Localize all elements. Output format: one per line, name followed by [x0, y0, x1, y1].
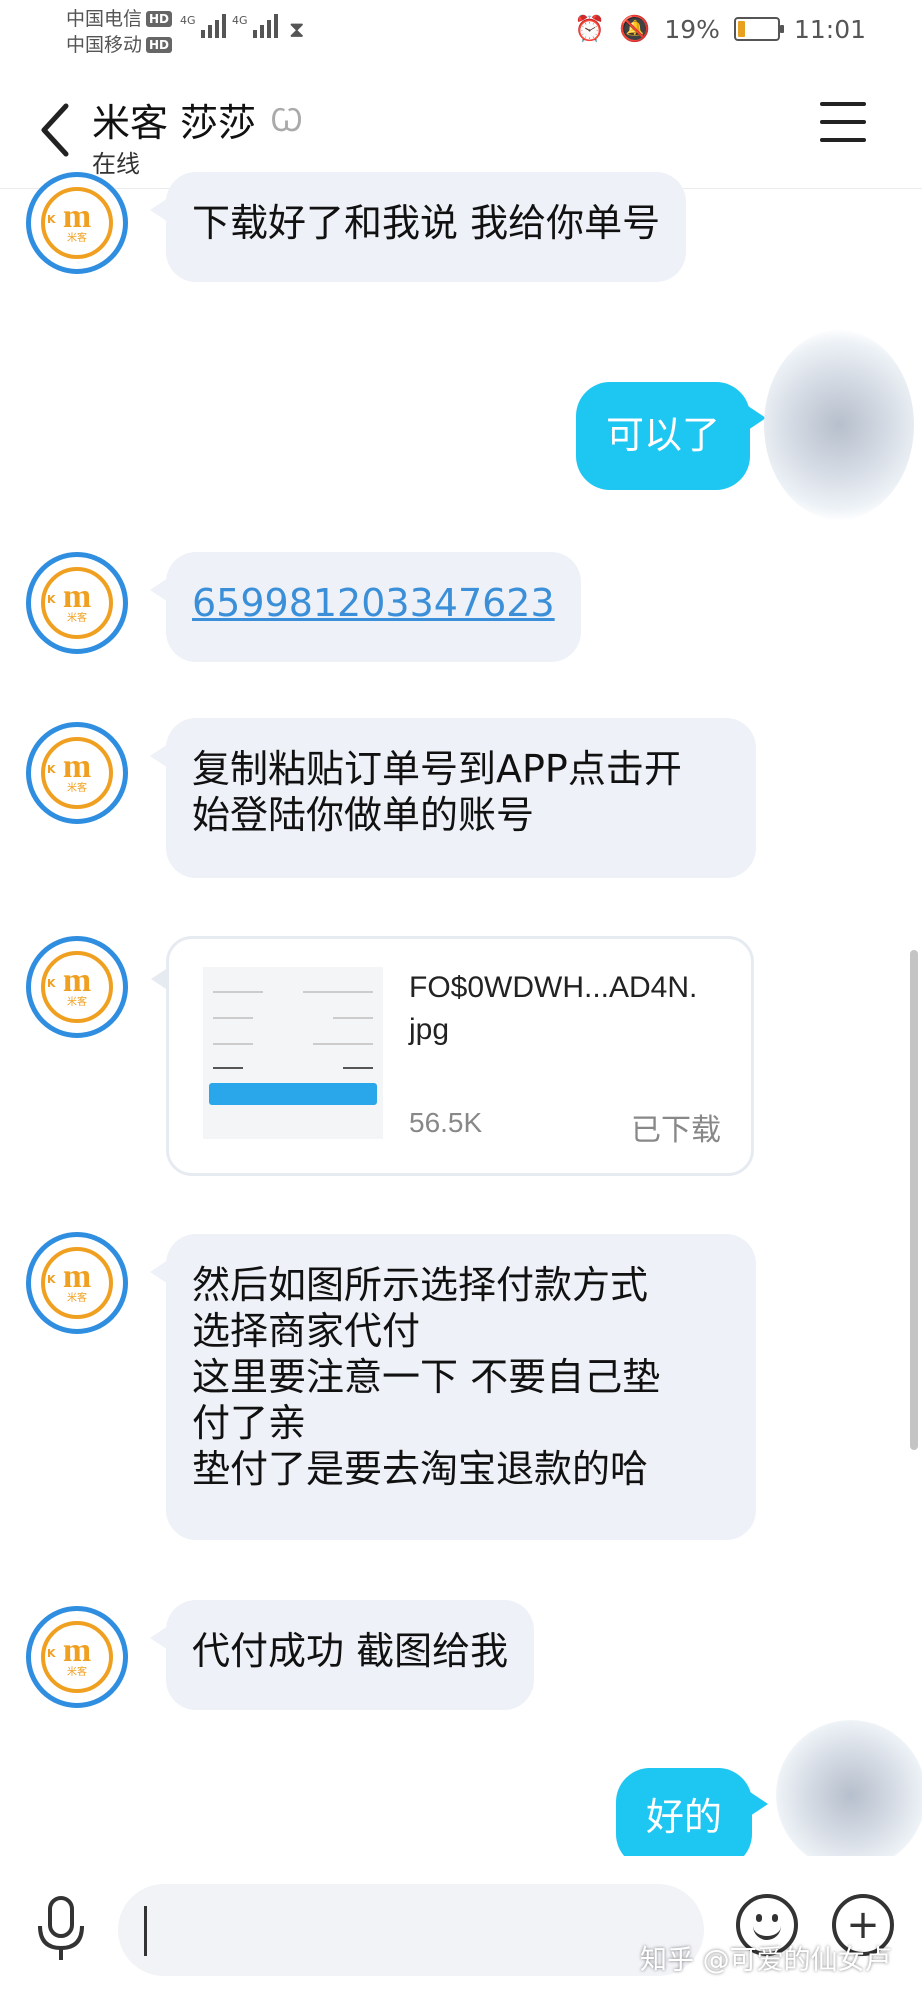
message-bubble-incoming[interactable]: 复制粘贴订单号到APP点击开 始登陆你做单的账号: [150, 718, 756, 878]
microphone-icon[interactable]: [30, 1894, 92, 1964]
carrier-info: 中国电信 HD 中国移动 HD: [66, 6, 173, 58]
order-number-link[interactable]: 659981203347623: [192, 581, 555, 625]
scrollbar[interactable]: [910, 950, 918, 1450]
hourglass-icon: ⧗: [289, 18, 305, 43]
my-avatar-blurred: [764, 330, 914, 520]
hd-badge: HD: [146, 37, 173, 53]
signal-icon: 4G: [232, 14, 278, 38]
earpiece-mode-icon[interactable]: Ꞷ: [270, 98, 303, 141]
alarm-icon: ⏰: [574, 14, 606, 43]
contact-avatar[interactable]: Km 米客: [26, 552, 128, 654]
battery-icon: [733, 17, 784, 41]
message-line: 付了亲: [192, 1401, 307, 1445]
message-text: 代付成功 截图给我: [192, 1629, 509, 1673]
file-message-card[interactable]: FO$0WDWH...AD4N. jpg 56.5K 已下载: [151, 936, 754, 1176]
file-name: FO$0WDWH...AD4N. jpg: [409, 971, 698, 1046]
message-bubble-incoming[interactable]: 下载好了和我说 我给你单号: [149, 172, 687, 282]
message-bubble-outgoing[interactable]: 好的: [616, 1768, 769, 1868]
network-label: 4G: [232, 14, 248, 27]
hd-badge: HD: [146, 11, 173, 27]
text-caret: [144, 1906, 147, 1956]
message-input[interactable]: [118, 1884, 704, 1976]
message-line: 垫付了是要去淘宝退款的哈: [192, 1447, 649, 1491]
watermark: 知乎 @可爱的仙女卢: [640, 1945, 892, 1976]
online-status: 在线: [92, 150, 140, 178]
file-download-status: 已下载: [631, 1113, 721, 1148]
contact-avatar[interactable]: Km 米客: [26, 936, 128, 1038]
contact-avatar[interactable]: Km 米客: [26, 1232, 128, 1334]
carrier-2: 中国移动: [66, 34, 143, 56]
message-text: 好的: [646, 1795, 723, 1839]
file-size: 56.5K: [409, 1107, 483, 1138]
battery-percent: 19%: [664, 14, 720, 44]
contact-title: 米客 莎莎: [92, 101, 257, 145]
clock: 11:01: [793, 14, 866, 44]
message-bubble-outgoing[interactable]: 可以了: [576, 382, 767, 490]
message-bubble-incoming[interactable]: 659981203347623: [150, 552, 581, 662]
carrier-1: 中国电信: [66, 8, 143, 30]
message-bubble-incoming[interactable]: 然后如图所示选择付款方式 选择商家代付 这里要注意一下 不要自己垫 付了亲 垫付…: [150, 1234, 756, 1540]
menu-icon[interactable]: [820, 102, 866, 142]
my-avatar-blurred: [776, 1720, 922, 1870]
message-text: 下载好了和我说 我给你单号: [192, 201, 661, 245]
file-thumbnail[interactable]: [203, 967, 383, 1139]
message-text: 可以了: [606, 413, 721, 457]
message-bubble-incoming[interactable]: 代付成功 截图给我: [149, 1600, 535, 1710]
mute-bell-icon: 🔕: [619, 14, 651, 43]
signal-icon: 4G: [180, 14, 226, 38]
contact-avatar[interactable]: Km 米客: [26, 172, 128, 274]
message-list[interactable]: Km 米客 下载好了和我说 我给你单号 可以了 Km 米客 659981203347…: [0, 172, 922, 1870]
chat-header: 米客 莎莎 Ꞷ 在线: [0, 64, 922, 189]
message-line: 然后如图所示选择付款方式: [192, 1263, 649, 1307]
contact-avatar[interactable]: Km 米客: [26, 1606, 128, 1708]
status-bar: 中国电信 HD 中国移动 HD 4G 4G ⧗ ⏰ 🔕 19% 11:01: [0, 0, 922, 64]
network-label: 4G: [180, 14, 196, 27]
back-arrow-icon[interactable]: [36, 100, 76, 160]
message-line: 复制粘贴订单号到APP点击开: [192, 747, 682, 791]
contact-name: 米客 莎莎 Ꞷ: [92, 92, 303, 147]
message-line: 选择商家代付: [192, 1309, 421, 1353]
message-line: 这里要注意一下 不要自己垫: [192, 1355, 661, 1399]
message-line: 始登陆你做单的账号: [192, 793, 535, 837]
contact-avatar[interactable]: Km 米客: [26, 722, 128, 824]
